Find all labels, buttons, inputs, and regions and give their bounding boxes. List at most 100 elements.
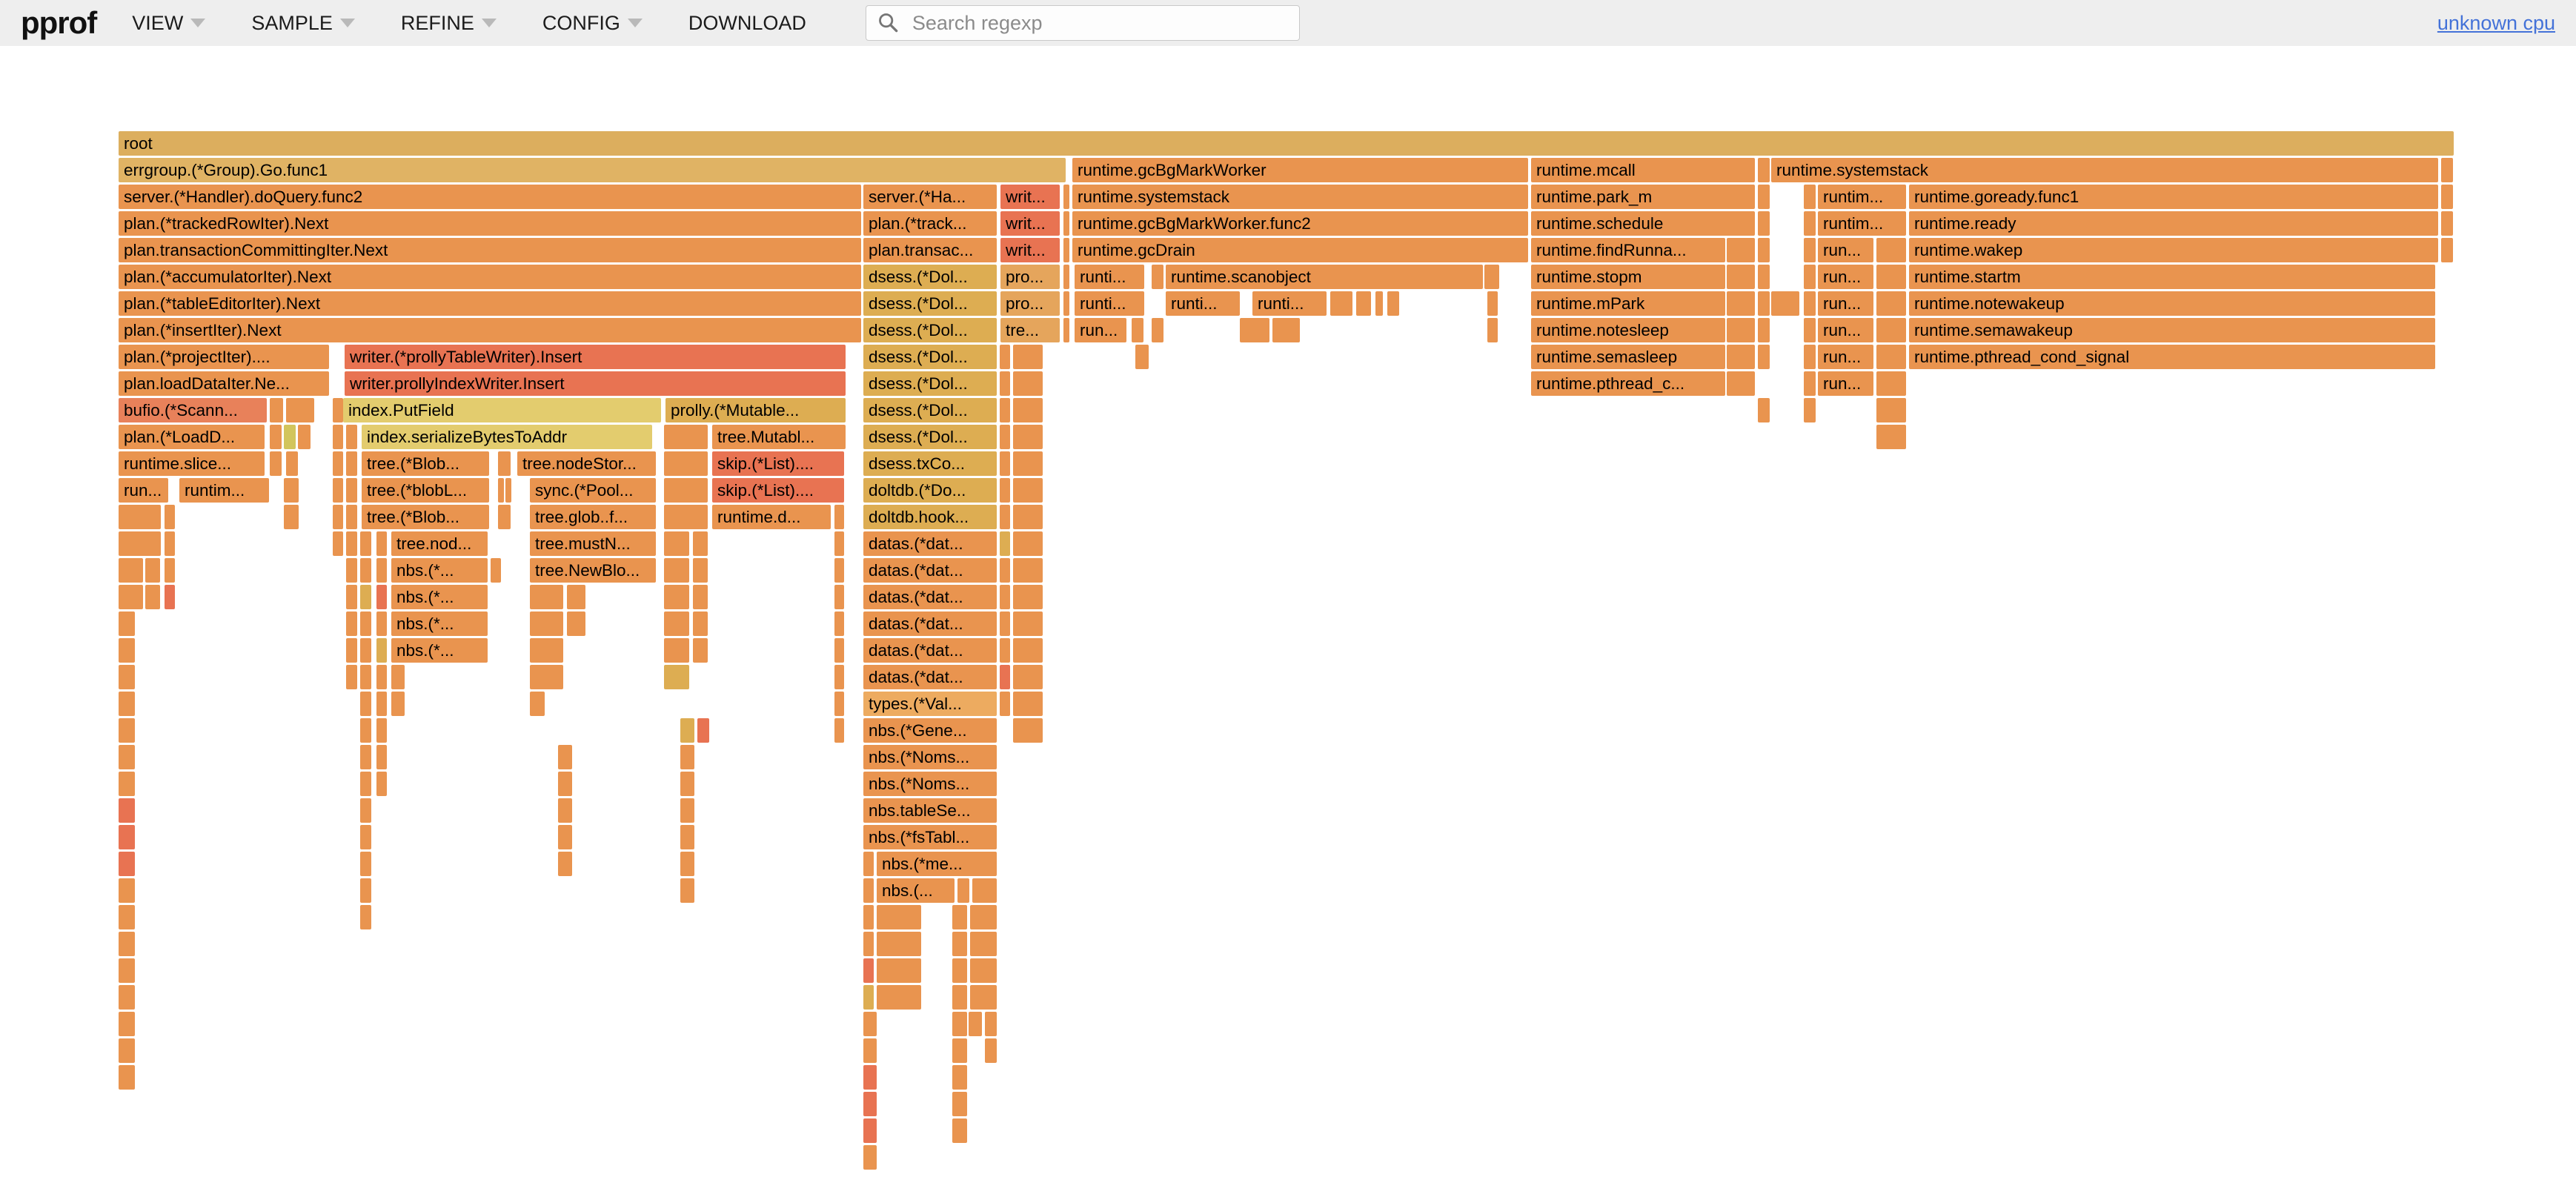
flame-box[interactable] — [834, 692, 844, 716]
flame-box[interactable] — [1727, 318, 1755, 342]
flame-box[interactable] — [680, 852, 694, 876]
flame-box-writer-prollytablewriter-insert[interactable]: writer.(*prollyTableWriter).Insert — [345, 345, 846, 369]
flame-box[interactable] — [119, 692, 135, 716]
flame-box[interactable] — [333, 505, 343, 529]
flame-box-dsess-dol[interactable]: dsess.(*Dol... — [863, 398, 997, 422]
flame-box-nbs-gene[interactable]: nbs.(*Gene... — [863, 718, 997, 743]
flame-box[interactable] — [1013, 638, 1043, 663]
flame-box[interactable] — [834, 665, 844, 689]
flame-box-plan-loaddataiter-ne[interactable]: plan.loadDataIter.Ne... — [119, 371, 329, 396]
flame-box[interactable] — [952, 932, 967, 956]
flame-box[interactable] — [1727, 371, 1755, 396]
flame-box[interactable] — [664, 451, 708, 476]
flame-box[interactable] — [877, 985, 921, 1010]
flame-box[interactable] — [360, 718, 371, 743]
flame-box-tree-blob[interactable]: tree.(*Blob... — [362, 505, 489, 529]
flame-box[interactable] — [1804, 398, 1816, 422]
flame-box[interactable] — [952, 1065, 967, 1090]
flame-box[interactable] — [664, 585, 689, 609]
flame-box-datas-dat[interactable]: datas.(*dat... — [863, 611, 997, 636]
flame-box[interactable] — [1387, 291, 1399, 316]
flame-box[interactable] — [2441, 185, 2453, 209]
flame-box[interactable] — [1758, 185, 1770, 209]
flame-box[interactable] — [1487, 291, 1498, 316]
flame-box[interactable] — [333, 425, 343, 449]
flame-box[interactable] — [1876, 398, 1906, 422]
flame-box-runtime-park-m[interactable]: runtime.park_m — [1531, 185, 1755, 209]
flame-box-doltdb-do[interactable]: doltdb.(*Do... — [863, 478, 997, 503]
flame-box[interactable] — [863, 905, 874, 929]
flame-box[interactable] — [1876, 345, 1906, 369]
flame-box[interactable] — [863, 1038, 877, 1063]
flame-box[interactable] — [863, 958, 874, 983]
flame-box-nbs-tablese[interactable]: nbs.tableSe... — [863, 798, 997, 823]
flame-box-runtim[interactable]: runtim... — [1818, 185, 1906, 209]
flame-box[interactable] — [863, 1092, 877, 1116]
flame-box[interactable] — [505, 478, 511, 503]
flame-box[interactable] — [970, 958, 997, 983]
flame-box[interactable] — [498, 451, 511, 476]
flame-box[interactable] — [834, 718, 844, 743]
flame-box[interactable] — [346, 638, 357, 663]
flame-box[interactable] — [558, 852, 572, 876]
flame-box-run[interactable]: run... — [1075, 318, 1126, 342]
flame-box[interactable] — [558, 825, 572, 849]
flame-box[interactable] — [1013, 558, 1043, 583]
flame-box-datas-dat[interactable]: datas.(*dat... — [863, 558, 997, 583]
flame-box[interactable] — [1013, 451, 1043, 476]
flame-box[interactable] — [680, 878, 694, 903]
flame-box[interactable] — [530, 692, 545, 716]
flame-box[interactable] — [1000, 345, 1010, 369]
flame-box[interactable] — [680, 745, 694, 769]
flame-box-pro[interactable]: pro... — [1000, 291, 1060, 316]
flame-box[interactable] — [1000, 611, 1010, 636]
flame-box-writ[interactable]: writ... — [1000, 238, 1060, 262]
flame-box[interactable] — [360, 611, 371, 636]
flame-box[interactable] — [1000, 585, 1010, 609]
flame-box[interactable] — [1013, 505, 1043, 529]
flame-box-runtime-ready[interactable]: runtime.ready — [1909, 211, 2438, 236]
flame-box[interactable] — [1063, 265, 1069, 289]
flame-box-plan-track[interactable]: plan.(*track... — [863, 211, 997, 236]
flame-box[interactable] — [664, 425, 708, 449]
flame-box[interactable] — [270, 425, 282, 449]
flame-box[interactable] — [119, 1012, 135, 1036]
flame-box[interactable] — [1758, 291, 1770, 316]
flame-box[interactable] — [1375, 291, 1383, 316]
flame-box[interactable] — [119, 958, 135, 983]
flame-box[interactable] — [1876, 371, 1906, 396]
flame-box[interactable] — [376, 772, 387, 796]
flame-box[interactable] — [1484, 265, 1499, 289]
flame-box[interactable] — [1876, 318, 1906, 342]
flame-box-dsess-dol[interactable]: dsess.(*Dol... — [863, 371, 997, 396]
flame-box[interactable] — [1013, 665, 1043, 689]
flame-box[interactable] — [530, 585, 563, 609]
flame-box[interactable] — [1240, 318, 1269, 342]
flame-box[interactable] — [1000, 478, 1010, 503]
flame-box-datas-dat[interactable]: datas.(*dat... — [863, 531, 997, 556]
flame-box[interactable] — [558, 745, 572, 769]
flame-box[interactable] — [693, 558, 708, 583]
flame-box[interactable] — [360, 852, 371, 876]
flame-box[interactable] — [1727, 265, 1755, 289]
flame-box[interactable] — [360, 585, 371, 609]
flame-box[interactable] — [863, 852, 874, 876]
flame-box-run[interactable]: run... — [1818, 345, 1873, 369]
flame-box[interactable] — [333, 451, 343, 476]
flame-box-runtime-schedule[interactable]: runtime.schedule — [1531, 211, 1755, 236]
flame-box[interactable] — [1013, 692, 1043, 716]
flame-box[interactable] — [664, 558, 689, 583]
flame-box-index-putfield[interactable]: index.PutField — [343, 398, 661, 422]
flame-box[interactable] — [119, 638, 135, 663]
flame-box[interactable] — [498, 505, 511, 529]
flame-box[interactable] — [2441, 211, 2453, 236]
flame-box-dsess-dol[interactable]: dsess.(*Dol... — [863, 265, 997, 289]
flame-box[interactable] — [558, 772, 572, 796]
flame-box[interactable] — [680, 718, 694, 743]
flame-box[interactable] — [567, 585, 585, 609]
flame-box-writ[interactable]: writ... — [1000, 185, 1060, 209]
flame-box-index-serializebytestoaddr[interactable]: index.serializeBytesToAddr — [362, 425, 652, 449]
flame-box-run[interactable]: run... — [119, 478, 168, 503]
flame-box-tree-newblo[interactable]: tree.NewBlo... — [530, 558, 656, 583]
flame-box[interactable] — [1000, 505, 1010, 529]
